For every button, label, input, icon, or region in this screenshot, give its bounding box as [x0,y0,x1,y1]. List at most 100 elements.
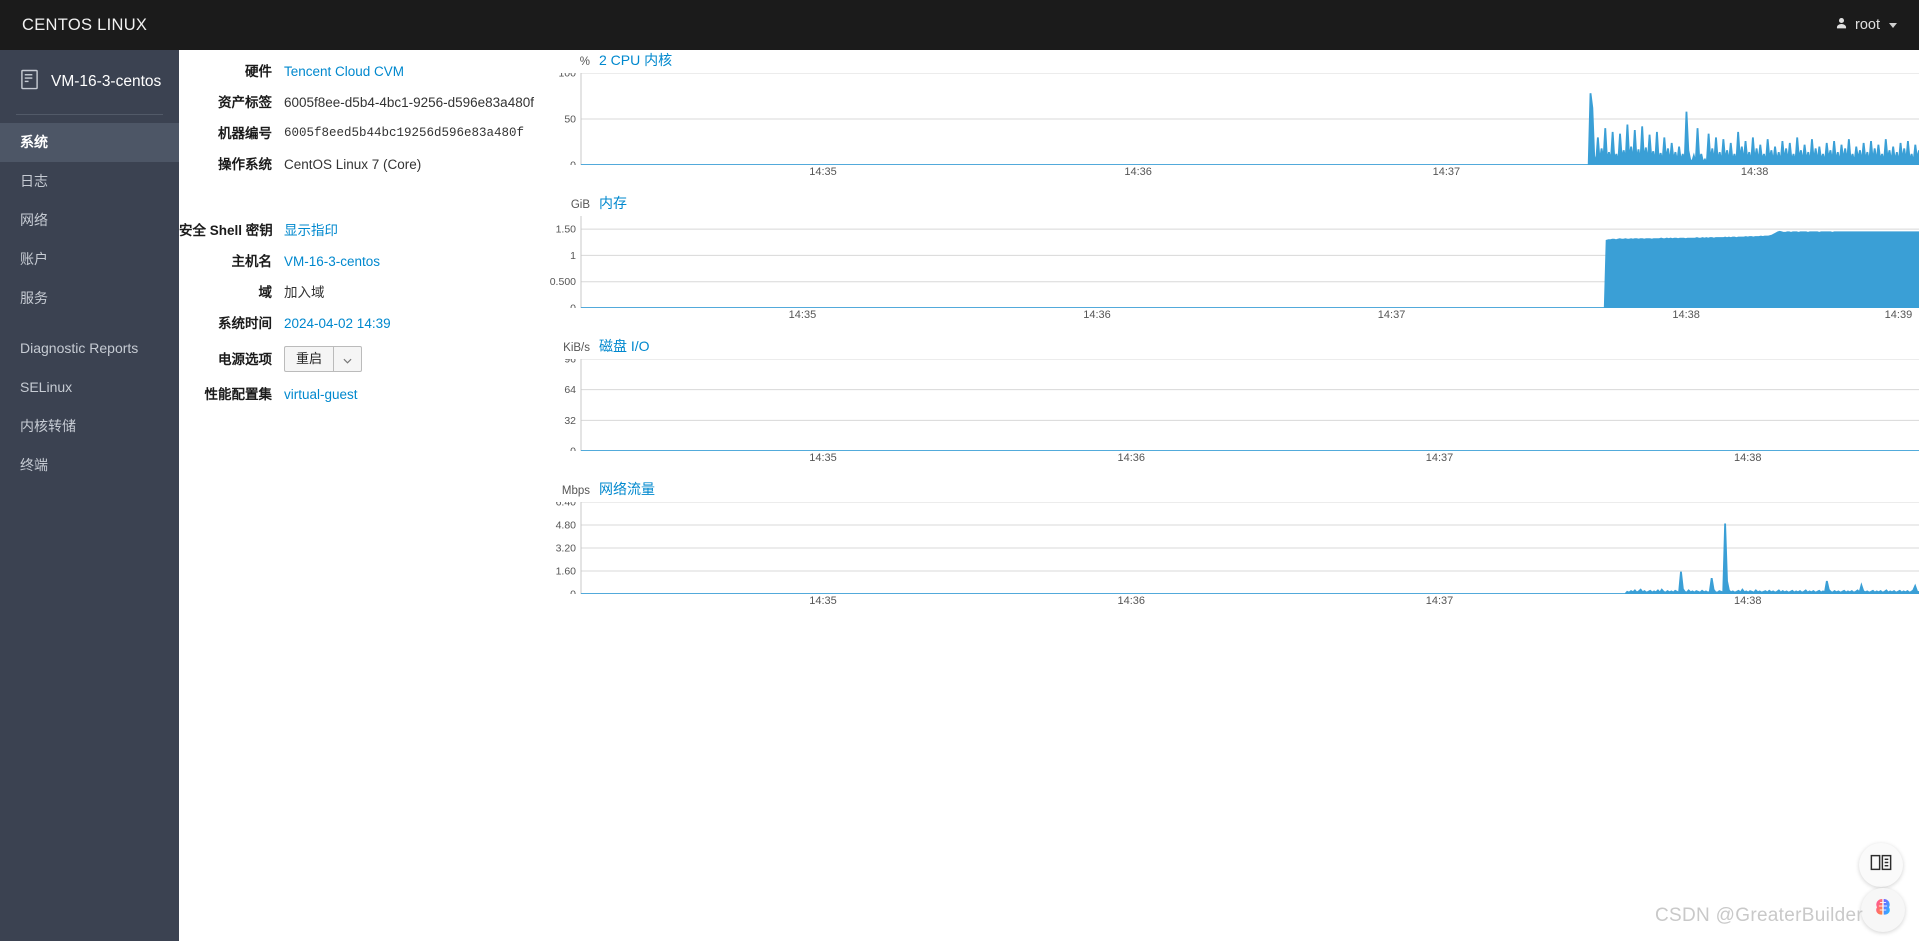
detail-value-domain[interactable]: 加入域 [284,284,325,301]
chart-memory: GiB 内存 00.50011.50 14:3514:3614:3714:381… [549,193,1919,324]
svg-text:1.60: 1.60 [556,566,577,578]
ai-assistant-button[interactable] [1861,888,1905,932]
sidebar-item-kernel-dump[interactable]: 内核转储 [0,407,179,446]
detail-row-power-options: 电源选项 重启 [179,346,549,372]
chart-unit-label: KiB/s [563,342,590,354]
svg-text:96: 96 [564,359,576,366]
detail-label: 安全 Shell 密钥 [179,223,273,238]
sidebar-item-network[interactable]: 网络 [0,201,179,240]
detail-label: 主机名 [231,254,273,269]
detail-label: 资产标签 [218,95,272,110]
chart-xaxis-network: 14:35 14:36 14:37 14:38 [549,594,1919,610]
chart-plot-area-disk: 0326496 [549,359,1919,451]
sidebar-item-selinux[interactable]: SELinux [0,368,179,407]
watermark: CSDN @GreaterBuilder [1655,905,1863,926]
detail-label: 性能配置集 [204,387,273,402]
chart-header: KiB/s 磁盘 I/O [549,336,1919,354]
chevron-down-icon [1889,22,1897,28]
detail-value-operating-system: CentOS Linux 7 (Core) [284,157,422,172]
sidebar-item-accounts[interactable]: 账户 [0,240,179,279]
sidebar-item-services[interactable]: 服务 [0,279,179,318]
user-menu[interactable]: root [1835,17,1919,34]
chart-xtick-label: 14:36 [1124,166,1152,178]
power-options-control: 重启 [284,346,363,372]
detail-row-ssh-keys: 安全 Shell 密钥 显示指印 [179,222,549,239]
chart-title-memory[interactable]: 内存 [599,193,627,213]
details-group-hardware: 硬件 Tencent Cloud CVM 资产标签 6005f8ee-d5b4-… [179,50,549,173]
chart-xtick-label: 14:38 [1740,166,1769,178]
chart-header: GiB 内存 [549,193,1919,211]
detail-value-system-time[interactable]: 2024-04-02 14:39 [284,315,391,332]
system-details-panel: 硬件 Tencent Cloud CVM 资产标签 6005f8ee-d5b4-… [179,50,549,417]
chart-svg-memory: 00.50011.50 [550,216,1919,308]
sidebar-item-terminal[interactable]: 终端 [0,446,179,485]
svg-text:0.500: 0.500 [550,276,576,288]
sidebar-host-label: VM-16-3-centos [51,73,162,90]
detail-label: 硬件 [245,64,272,79]
detail-label: 机器编号 [218,126,272,141]
chart-plot-area-cpu: 050100 [549,73,1919,165]
chart-title-disk[interactable]: 磁盘 I/O [599,336,650,356]
chart-xaxis-disk: 14:35 14:36 14:37 14:38 [549,451,1919,467]
chart-xtick-label: 14:37 [1425,452,1454,464]
detail-label: 电源选项 [218,351,272,367]
detail-label: 系统时间 [218,316,272,331]
chart-xtick-label: 14:38 [1733,452,1762,464]
sidebar-item-logs[interactable]: 日志 [0,162,179,201]
cockpit-window: CENTOS LINUX root VM-16-3-centos 系统 日志 网… [0,0,1919,941]
chart-xtick-label: 14:35 [809,595,837,607]
detail-label: 操作系统 [218,157,272,172]
chart-xtick-label: 14:37 [1377,309,1406,321]
brand-title: CENTOS LINUX [22,15,148,34]
reader-mode-button[interactable] [1859,843,1903,887]
server-icon [20,69,39,95]
chart-xtick-label: 14:36 [1083,309,1111,321]
detail-value-hardware[interactable]: Tencent Cloud CVM [284,63,404,80]
chart-xtick-label: 14:35 [809,452,837,464]
power-options-dropdown-button[interactable] [333,346,363,372]
chart-xtick-label: 14:38 [1733,595,1762,607]
svg-text:1.50: 1.50 [556,224,577,236]
svg-text:1: 1 [570,250,576,262]
chart-header: Mbps 网络流量 [549,479,1919,497]
detail-value-hostname[interactable]: VM-16-3-centos [284,253,380,270]
detail-row-performance-profile: 性能配置集 virtual-guest [179,386,549,403]
sidebar: VM-16-3-centos 系统 日志 网络 账户 服务 Diagnostic… [0,50,179,941]
chart-xtick-label: 14:35 [788,309,817,321]
restart-button[interactable]: 重启 [284,346,334,372]
chart-xtick-label: 14:39 [1884,309,1913,321]
detail-row-asset-tag: 资产标签 6005f8ee-d5b4-4bc1-9256-d596e83a480… [179,94,549,111]
chart-title-network[interactable]: 网络流量 [599,479,655,499]
chart-plot-area-network: 01.603.204.806.40 [549,502,1919,594]
detail-value-asset-tag: 6005f8ee-d5b4-4bc1-9256-d596e83a480f [284,95,534,110]
detail-row-hardware: 硬件 Tencent Cloud CVM [179,63,549,80]
svg-text:6.40: 6.40 [556,502,577,509]
detail-value-ssh-fingerprints[interactable]: 显示指印 [284,222,338,239]
detail-row-machine-id: 机器编号 6005f8eed5b44bc19256d596e83a480f [179,125,549,142]
metrics-charts: % 2 CPU 内核 050100 14:3514:3614:3714:38 G… [549,50,1919,622]
chart-svg-cpu: 050100 [558,73,1919,165]
chart-header: % 2 CPU 内核 [549,50,1919,68]
svg-text:50: 50 [564,114,576,126]
sidebar-divider [16,114,163,115]
svg-text:100: 100 [558,73,576,80]
chart-unit-label: GiB [570,199,590,211]
svg-text:64: 64 [564,384,576,396]
detail-row-operating-system: 操作系统 CentOS Linux 7 (Core) [179,156,549,173]
chart-unit-label: Mbps [561,485,590,497]
chart-plot-area-memory: 00.50011.50 [549,216,1919,308]
top-navbar: CENTOS LINUX root [0,0,1919,50]
detail-value-machine-id: 6005f8eed5b44bc19256d596e83a480f [284,126,525,140]
sidebar-host[interactable]: VM-16-3-centos [0,50,179,114]
chart-xaxis-cpu: 14:35 14:36 14:37 14:38 [549,165,1919,181]
sidebar-item-system[interactable]: 系统 [0,123,179,162]
chart-title-cpu[interactable]: 2 CPU 内核 [599,50,672,70]
chart-xtick-label: 14:36 [1117,595,1146,607]
detail-row-hostname: 主机名 VM-16-3-centos [179,253,549,270]
svg-text:3.20: 3.20 [556,543,577,555]
chart-svg-network: 01.603.204.806.40 [556,502,1919,594]
detail-value-performance-profile[interactable]: virtual-guest [284,386,358,403]
chart-svg-disk: 0326496 [564,359,1919,451]
sidebar-item-diagnostic-reports[interactable]: Diagnostic Reports [0,329,179,368]
